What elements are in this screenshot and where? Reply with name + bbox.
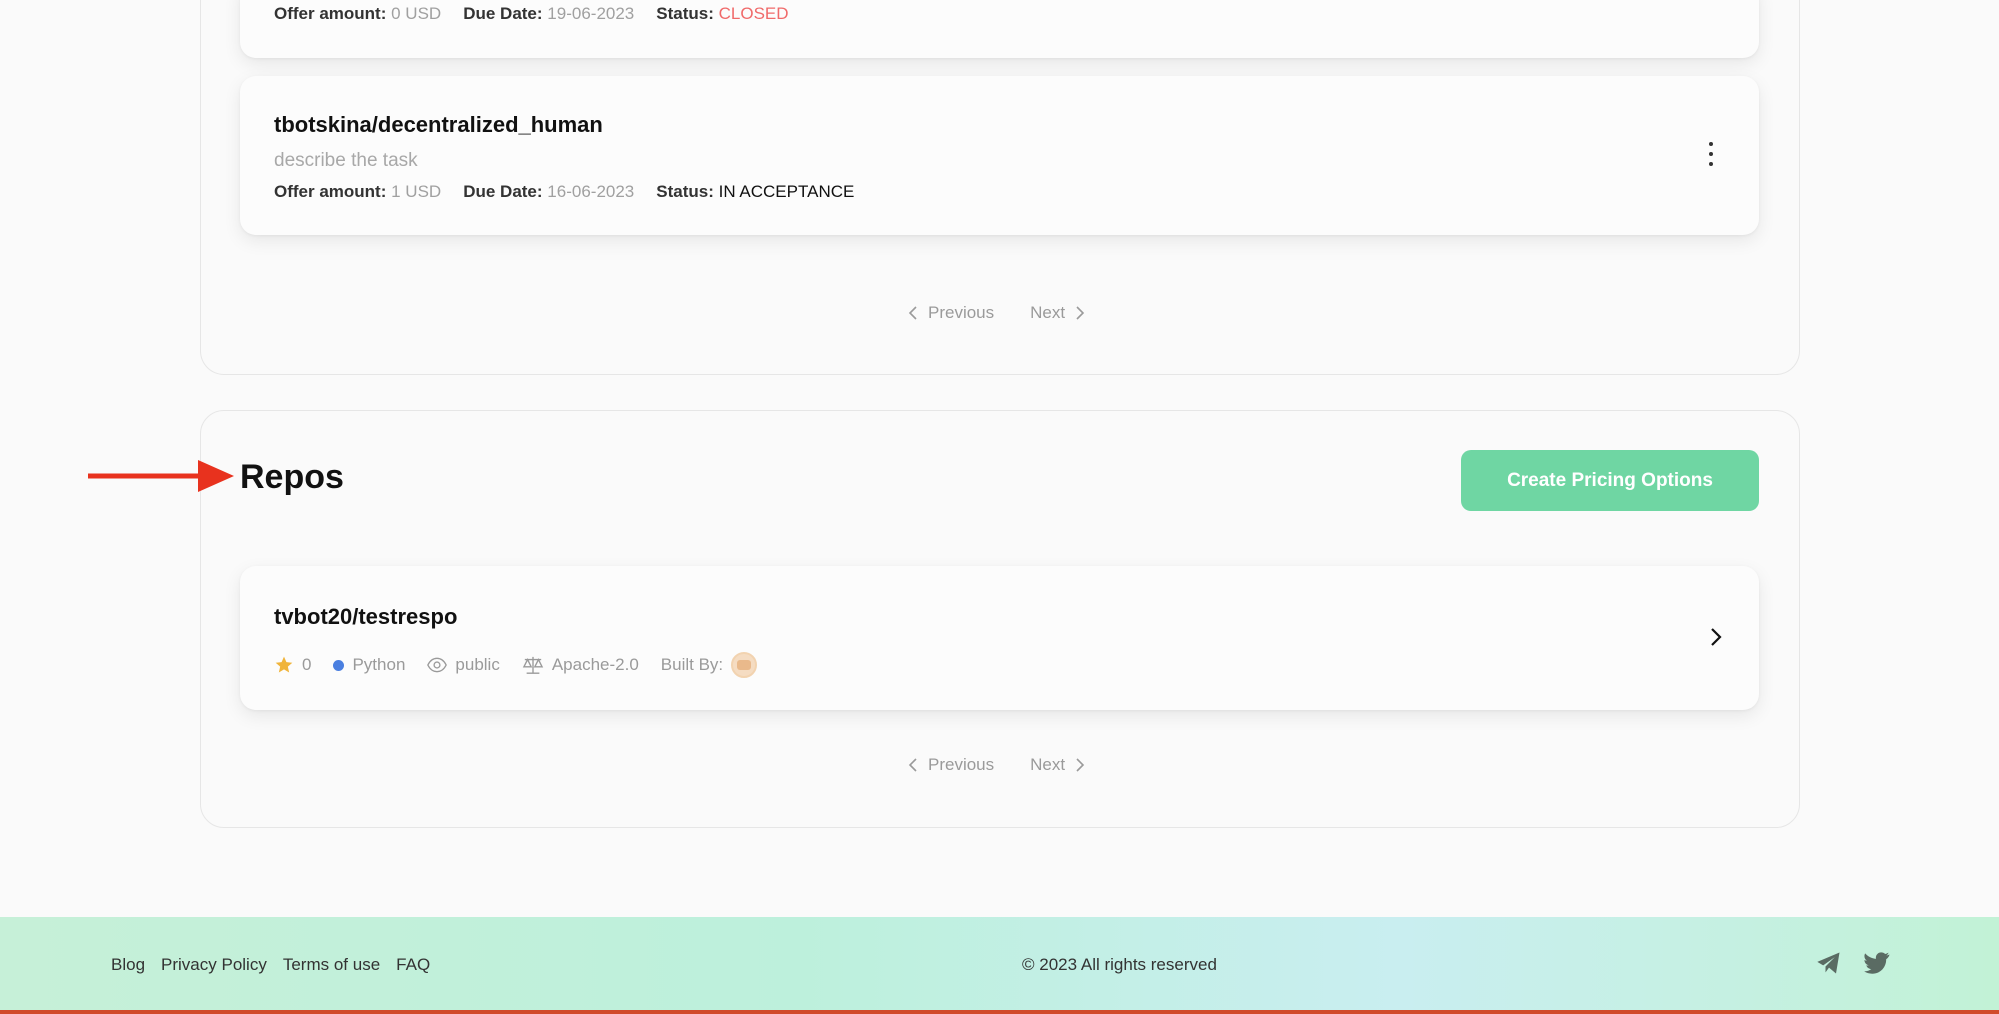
previous-label: Previous: [928, 755, 995, 774]
kebab-menu-icon[interactable]: [1703, 142, 1719, 166]
social-links: [1815, 949, 1891, 977]
status-badge: IN ACCEPTANCE: [718, 182, 855, 201]
repo-language: Python: [333, 655, 405, 675]
status-label: Status:: [656, 182, 714, 201]
task-description: describe the task: [274, 150, 418, 171]
repo-card[interactable]: tvbot20/testrespo 0 Python public Apache…: [240, 566, 1759, 710]
license-label: Apache-2.0: [551, 655, 639, 674]
avatar[interactable]: [731, 652, 758, 678]
repo-license: Apache-2.0: [522, 655, 639, 675]
offer-label: Offer amount:: [274, 182, 387, 201]
task-meta: Offer amount: 1 USD Due Date: 16-06-2023…: [274, 182, 854, 202]
repo-meta: 0 Python public Apache-2.0 Built By:: [274, 652, 758, 678]
next-label: Next: [1030, 303, 1066, 322]
status-badge: CLOSED: [718, 4, 789, 23]
twitter-icon[interactable]: [1863, 949, 1891, 977]
built-by-label: Built By:: [660, 655, 724, 674]
due-label: Due Date:: [463, 182, 543, 201]
scale-icon: [522, 656, 544, 674]
repo-stars: 0: [274, 655, 311, 675]
chevron-right-icon: [1076, 758, 1085, 772]
task-title[interactable]: tbotskina/decentralized_human: [274, 112, 603, 138]
footer: Blog Privacy Policy Terms of use FAQ © 2…: [0, 917, 1999, 1014]
language-label: Python: [352, 655, 406, 674]
footer-link-faq[interactable]: FAQ: [396, 955, 430, 975]
status-label: Status:: [656, 4, 714, 23]
language-dot: [333, 659, 345, 671]
repo-built-by: Built By:: [660, 652, 758, 678]
repos-title: Repos: [240, 458, 344, 496]
footer-link-blog[interactable]: Blog: [111, 955, 145, 975]
chevron-right-icon: [1076, 306, 1085, 320]
next-button[interactable]: Next: [1030, 755, 1085, 775]
eye-icon: [427, 657, 448, 673]
copyright: © 2023 All rights reserved: [1022, 955, 1217, 974]
task-card[interactable]: Offer amount: 0 USD Due Date: 19-06-2023…: [240, 0, 1759, 58]
next-label: Next: [1030, 755, 1066, 774]
offer-label: Offer amount:: [274, 4, 387, 23]
create-pricing-options-button[interactable]: Create Pricing Options: [1461, 450, 1759, 511]
due-value: 19-06-2023: [547, 4, 635, 23]
footer-links: Blog Privacy Policy Terms of use FAQ: [111, 955, 430, 975]
stars-count: 0: [302, 655, 312, 674]
footer-link-terms[interactable]: Terms of use: [283, 955, 380, 975]
repo-visibility: public: [427, 655, 500, 675]
visibility-label: public: [455, 655, 500, 674]
offer-value: 0 USD: [391, 4, 442, 23]
tasks-pagination: Previous Next: [908, 303, 1085, 323]
offer-value: 1 USD: [391, 182, 442, 201]
previous-button[interactable]: Previous: [908, 755, 994, 775]
telegram-icon[interactable]: [1815, 949, 1843, 977]
chevron-left-icon: [908, 758, 917, 772]
previous-button[interactable]: Previous: [908, 303, 994, 323]
due-value: 16-06-2023: [547, 182, 635, 201]
arrow-annotation-icon: [88, 460, 234, 492]
repo-name[interactable]: tvbot20/testrespo: [274, 604, 457, 630]
next-button[interactable]: Next: [1030, 303, 1085, 323]
repos-pagination: Previous Next: [908, 755, 1085, 775]
footer-edge: [0, 1010, 1999, 1014]
due-label: Due Date:: [463, 4, 543, 23]
task-card[interactable]: tbotskina/decentralized_human describe t…: [240, 76, 1759, 235]
chevron-left-icon: [908, 306, 917, 320]
previous-label: Previous: [928, 303, 995, 322]
task-meta: Offer amount: 0 USD Due Date: 19-06-2023…: [274, 4, 789, 24]
footer-link-privacy[interactable]: Privacy Policy: [161, 955, 267, 975]
chevron-right-icon[interactable]: [1709, 626, 1723, 648]
star-icon: [275, 656, 293, 673]
